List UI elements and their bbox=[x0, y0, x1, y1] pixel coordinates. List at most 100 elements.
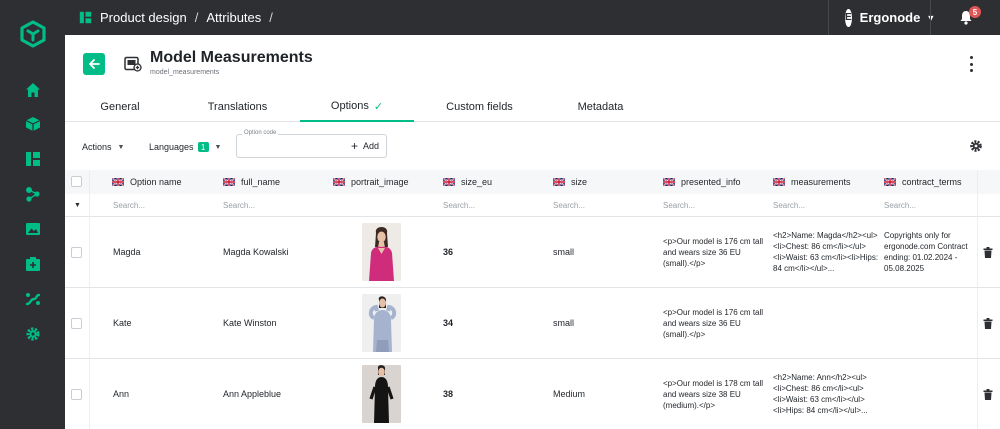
cell-contract-terms[interactable] bbox=[884, 359, 978, 429]
column-label: presented_info bbox=[681, 177, 741, 187]
column-label: Option name bbox=[130, 177, 182, 187]
page-title: Model Measurements bbox=[150, 49, 313, 66]
back-button[interactable] bbox=[83, 53, 105, 75]
avatar: E bbox=[845, 8, 852, 27]
chevron-down-icon: ▼ bbox=[117, 143, 125, 151]
cell-presented-info[interactable]: <p>Our model is 176 cm tall and wears si… bbox=[663, 288, 769, 358]
breadcrumb-trailing-separator: / bbox=[269, 10, 273, 25]
filter-presented-info[interactable]: Search... bbox=[663, 194, 695, 216]
cell-size-eu[interactable]: 38 bbox=[443, 359, 453, 429]
table-row[interactable]: Magda Magda Kowalski 36 small <p>Our mod… bbox=[65, 217, 1000, 287]
trash-icon[interactable] bbox=[983, 389, 993, 400]
cell-size-eu[interactable]: 34 bbox=[443, 288, 453, 358]
cell-full-name[interactable]: Kate Winston bbox=[223, 288, 277, 358]
arrow-left-icon bbox=[89, 59, 100, 69]
nav-product-design-icon[interactable] bbox=[0, 145, 65, 173]
attribute-code: model_measurements bbox=[150, 69, 220, 76]
attribute-type-icon bbox=[124, 56, 142, 72]
column-header-portrait-image[interactable]: portrait_image bbox=[333, 170, 409, 194]
nav-collections-icon[interactable] bbox=[0, 250, 65, 278]
breadcrumb-section[interactable]: Product design bbox=[100, 10, 187, 25]
cell-option-name[interactable]: Ann bbox=[113, 359, 129, 429]
tab-metadata[interactable]: Metadata bbox=[545, 92, 656, 122]
portrait-image-magda[interactable] bbox=[362, 223, 401, 281]
filter-toggle-chevron-down-icon[interactable]: ▼ bbox=[74, 194, 81, 216]
table-row[interactable]: Kate Kate Winston 34 small <p>Our model … bbox=[65, 288, 1000, 358]
filter-contract-terms[interactable]: Search... bbox=[884, 194, 916, 216]
top-bar: Product design / Attributes / E Ergonode… bbox=[65, 0, 1000, 35]
user-name: Ergonode bbox=[859, 10, 921, 25]
languages-label: Languages bbox=[149, 142, 194, 152]
select-all-checkbox[interactable] bbox=[71, 176, 82, 187]
cell-size[interactable]: small bbox=[553, 217, 574, 287]
filter-measurements[interactable]: Search... bbox=[773, 194, 805, 216]
cell-full-name[interactable]: Magda Kowalski bbox=[223, 217, 289, 287]
column-header-contract-terms[interactable]: contract_terms bbox=[884, 170, 962, 194]
cell-contract-terms[interactable]: Copyrights only for ergonode.com Contrac… bbox=[884, 217, 978, 287]
plus-icon: + bbox=[350, 138, 358, 153]
column-header-size-eu[interactable]: size_eu bbox=[443, 170, 492, 194]
cell-presented-info[interactable]: <p>Our model is 178 cm tall and wears si… bbox=[663, 359, 769, 429]
presented-info-text: <p>Our model is 176 cm tall and wears si… bbox=[663, 307, 764, 339]
row-checkbox[interactable] bbox=[71, 318, 82, 329]
cell-size-eu[interactable]: 36 bbox=[443, 217, 453, 287]
filter-size[interactable]: Search... bbox=[553, 194, 585, 216]
cell-option-name[interactable]: Kate bbox=[113, 288, 132, 358]
tab-general[interactable]: General bbox=[65, 92, 175, 122]
grid-settings-gear-icon[interactable] bbox=[969, 139, 983, 153]
column-header-size[interactable]: size bbox=[553, 170, 587, 194]
add-option-button[interactable]: + Add bbox=[350, 138, 379, 153]
notifications-button[interactable]: 5 bbox=[930, 0, 1000, 35]
portrait-image-kate[interactable] bbox=[362, 294, 401, 352]
nav-products-cube-icon[interactable] bbox=[0, 110, 65, 138]
filter-full-name[interactable]: Search... bbox=[223, 194, 255, 216]
table-row[interactable]: Ann Ann Appleblue 38 Medium <p>Our model… bbox=[65, 359, 1000, 429]
filter-option-name[interactable]: Search... bbox=[113, 194, 145, 216]
ergonode-logo-icon[interactable] bbox=[19, 20, 47, 48]
breadcrumb-page[interactable]: Attributes bbox=[206, 10, 261, 25]
cell-measurements[interactable] bbox=[773, 288, 879, 358]
actions-dropdown[interactable]: Actions ▼ bbox=[82, 142, 124, 152]
column-header-measurements[interactable]: measurements bbox=[773, 170, 851, 194]
tab-options[interactable]: Options ✓ bbox=[300, 92, 414, 122]
product-design-icon bbox=[79, 11, 92, 24]
presented-info-text: <p>Our model is 178 cm tall and wears si… bbox=[663, 378, 764, 410]
nav-home-icon[interactable] bbox=[0, 76, 65, 104]
column-header-presented-info[interactable]: presented_info bbox=[663, 170, 741, 194]
cell-measurements[interactable]: <h2>Name: Magda</h2><ul><li>Chest: 86 cm… bbox=[773, 217, 879, 287]
breadcrumb-separator: / bbox=[194, 10, 199, 25]
nav-settings-icon[interactable] bbox=[0, 320, 65, 348]
cell-presented-info[interactable]: <p>Our model is 176 cm tall and wears si… bbox=[663, 217, 769, 287]
cell-full-name[interactable]: Ann Appleblue bbox=[223, 359, 281, 429]
tab-translations[interactable]: Translations bbox=[175, 92, 300, 122]
column-header-full-name[interactable]: full_name bbox=[223, 170, 280, 194]
trash-icon[interactable] bbox=[983, 247, 993, 258]
cell-size[interactable]: small bbox=[553, 288, 574, 358]
tab-label: General bbox=[100, 101, 140, 113]
nav-workflow-icon[interactable] bbox=[0, 285, 65, 313]
cell-contract-terms[interactable] bbox=[884, 288, 978, 358]
filter-size-eu[interactable]: Search... bbox=[443, 194, 475, 216]
languages-dropdown[interactable]: Languages 1 ▼ bbox=[149, 142, 221, 152]
measurements-text: <h2>Name: Magda</h2><ul><li>Chest: 86 cm… bbox=[773, 231, 879, 273]
nav-categories-icon[interactable] bbox=[0, 180, 65, 208]
gb-flag-icon bbox=[223, 178, 235, 186]
cell-option-name[interactable]: Magda bbox=[113, 217, 141, 287]
row-checkbox[interactable] bbox=[71, 389, 82, 400]
gb-flag-icon bbox=[333, 178, 345, 186]
option-code-field[interactable]: Option code + Add bbox=[236, 130, 387, 158]
nav-media-icon[interactable] bbox=[0, 215, 65, 243]
column-label: contract_terms bbox=[902, 177, 962, 187]
more-options-icon[interactable] bbox=[966, 56, 976, 72]
cell-measurements[interactable]: <h2>Name: Ann</h2><ul><li>Chest: 86 cm</… bbox=[773, 359, 879, 429]
tab-custom-fields[interactable]: Custom fields bbox=[414, 92, 545, 122]
option-code-label: Option code bbox=[242, 130, 279, 136]
user-menu[interactable]: E Ergonode ▼ bbox=[828, 0, 935, 35]
portrait-image-ann[interactable] bbox=[362, 365, 401, 423]
cell-size[interactable]: Medium bbox=[553, 359, 585, 429]
tab-label: Metadata bbox=[577, 101, 624, 113]
options-grid: Option name full_name portrait_image siz… bbox=[65, 170, 1000, 429]
trash-icon[interactable] bbox=[983, 318, 993, 329]
column-header-option-name[interactable]: Option name bbox=[112, 170, 182, 194]
row-checkbox[interactable] bbox=[71, 247, 82, 258]
